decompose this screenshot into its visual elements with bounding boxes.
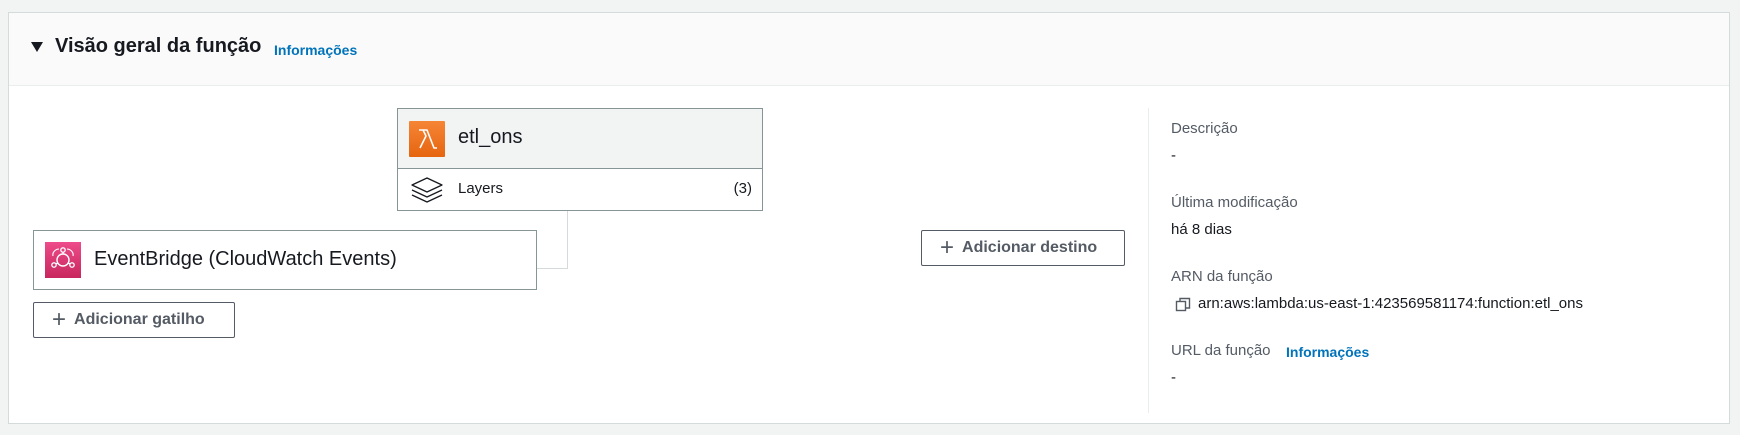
function-name: etl_ons xyxy=(458,126,523,148)
function-node-header[interactable]: etl_ons xyxy=(398,109,762,169)
description-value: - xyxy=(1171,147,1176,164)
layers-count: (3) xyxy=(733,180,752,197)
info-link[interactable]: Informações xyxy=(274,42,357,58)
add-destination-label: Adicionar destino xyxy=(962,239,1098,256)
layers-label: Layers xyxy=(458,180,504,197)
last-modified-value: há 8 dias xyxy=(1171,221,1232,238)
plus-icon: + xyxy=(940,234,955,261)
panel-header: Visão geral da função Informações xyxy=(9,13,1729,86)
arn-label: ARN da função xyxy=(1171,268,1273,285)
eventbridge-icon xyxy=(45,242,81,278)
lambda-icon xyxy=(409,121,445,157)
url-label: URL da função xyxy=(1171,342,1271,359)
caret-down-icon[interactable] xyxy=(31,42,43,52)
description-label: Descrição xyxy=(1171,120,1238,137)
plus-icon: + xyxy=(52,306,67,333)
url-info-link[interactable]: Informações xyxy=(1286,344,1369,360)
vertical-divider xyxy=(1148,108,1149,413)
layers-icon xyxy=(410,176,444,209)
copy-icon[interactable] xyxy=(1175,297,1191,318)
arn-value: arn:aws:lambda:us-east-1:423569581174:fu… xyxy=(1198,295,1583,312)
last-modified-label: Última modificação xyxy=(1171,194,1298,211)
trigger-name: EventBridge (CloudWatch Events) xyxy=(94,248,397,270)
function-overview-panel: Visão geral da função Informações etl_on… xyxy=(8,12,1730,424)
function-node: etl_ons Layers (3) xyxy=(397,108,763,211)
url-value: - xyxy=(1171,369,1176,386)
panel-title: Visão geral da função xyxy=(55,35,262,57)
add-trigger-label: Adicionar gatilho xyxy=(74,311,205,328)
add-trigger-button[interactable]: + Adicionar gatilho xyxy=(33,302,235,338)
add-destination-button[interactable]: + Adicionar destino xyxy=(921,230,1125,266)
trigger-node[interactable]: EventBridge (CloudWatch Events) xyxy=(33,230,537,290)
layers-row[interactable]: Layers (3) xyxy=(398,168,762,211)
